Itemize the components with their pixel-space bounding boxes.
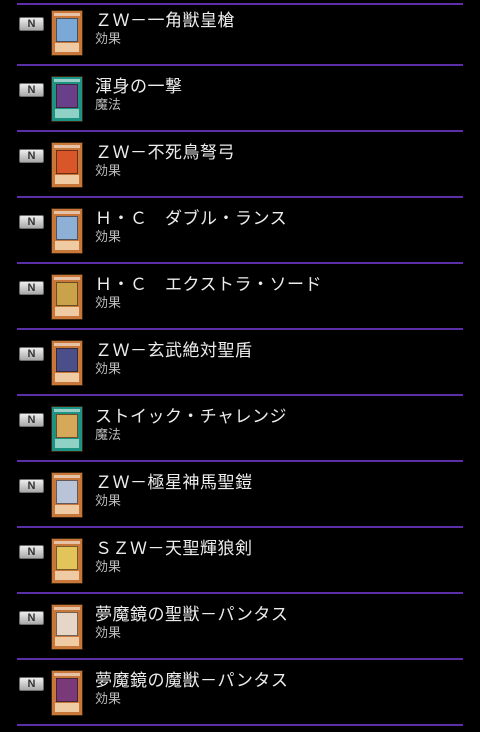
card-type: 魔法 — [95, 428, 122, 443]
card-list-item-4[interactable]: N Ｈ・Ｃ ダブル・ランス 効果 — [0, 198, 480, 264]
card-type: 効果 — [95, 32, 122, 47]
rarity-badge: N — [19, 149, 44, 163]
rarity-badge: N — [19, 17, 44, 31]
card-thumbnail — [51, 10, 83, 56]
card-thumbnail — [51, 208, 83, 254]
card-list-item-2[interactable]: N 渾身の一撃 魔法 — [0, 66, 480, 132]
card-type: 効果 — [95, 296, 122, 311]
card-thumbnail — [51, 538, 83, 584]
card-name: ＺＷ－極星神馬聖鎧 — [95, 473, 253, 493]
card-list: N ＺＷ－一角獣皇槍 効果 N 渾身の一撃 魔法 N ＺＷ－不死鳥弩弓 効果 N… — [0, 0, 480, 726]
card-list-item-8[interactable]: N ＺＷ－極星神馬聖鎧 効果 — [0, 462, 480, 528]
card-name: ＳＺＷ－天聖輝狼剣 — [95, 539, 253, 559]
card-type: 効果 — [95, 692, 122, 707]
card-type: 効果 — [95, 494, 122, 509]
card-thumbnail — [51, 340, 83, 386]
card-type: 効果 — [95, 164, 122, 179]
card-thumbnail — [51, 604, 83, 650]
rarity-badge: N — [19, 281, 44, 295]
card-name: ＺＷ－玄武絶対聖盾 — [95, 341, 253, 361]
card-list-item-3[interactable]: N ＺＷ－不死鳥弩弓 効果 — [0, 132, 480, 198]
card-thumbnail — [51, 142, 83, 188]
card-thumbnail — [51, 274, 83, 320]
card-type: 効果 — [95, 626, 122, 641]
card-name: ＺＷ－一角獣皇槍 — [95, 11, 235, 31]
rarity-badge: N — [19, 83, 44, 97]
card-thumbnail — [51, 472, 83, 518]
card-list-item-6[interactable]: N ＺＷ－玄武絶対聖盾 効果 — [0, 330, 480, 396]
card-name: ストイック・チャレンジ — [95, 407, 287, 427]
rarity-badge: N — [19, 479, 44, 493]
card-type: 魔法 — [95, 98, 122, 113]
rarity-badge: N — [19, 413, 44, 427]
card-type: 効果 — [95, 560, 122, 575]
card-thumbnail — [51, 76, 83, 122]
card-list-item-5[interactable]: N Ｈ・Ｃ エクストラ・ソード 効果 — [0, 264, 480, 330]
card-name: 夢魔鏡の魔獣－パンタス — [95, 671, 289, 691]
rarity-badge: N — [19, 677, 44, 691]
card-name: Ｈ・Ｃ エクストラ・ソード — [95, 275, 322, 295]
card-list-item-9[interactable]: N ＳＺＷ－天聖輝狼剣 効果 — [0, 528, 480, 594]
card-list-item-7[interactable]: N ストイック・チャレンジ 魔法 — [0, 396, 480, 462]
card-name: 夢魔鏡の聖獣－パンタス — [95, 605, 289, 625]
card-list-item-10[interactable]: N 夢魔鏡の聖獣－パンタス 効果 — [0, 594, 480, 660]
rarity-badge: N — [19, 215, 44, 229]
rarity-badge: N — [19, 611, 44, 625]
card-list-item-1[interactable]: N ＺＷ－一角獣皇槍 効果 — [0, 0, 480, 66]
card-list-item-11[interactable]: N 夢魔鏡の魔獣－パンタス 効果 — [0, 660, 480, 726]
card-name: ＺＷ－不死鳥弩弓 — [95, 143, 235, 163]
card-thumbnail — [51, 406, 83, 452]
list-divider — [17, 724, 463, 726]
card-thumbnail — [51, 670, 83, 716]
rarity-badge: N — [19, 347, 44, 361]
card-type: 効果 — [95, 362, 122, 377]
card-type: 効果 — [95, 230, 122, 245]
card-name: 渾身の一撃 — [95, 77, 183, 97]
card-name: Ｈ・Ｃ ダブル・ランス — [95, 209, 288, 229]
rarity-badge: N — [19, 545, 44, 559]
